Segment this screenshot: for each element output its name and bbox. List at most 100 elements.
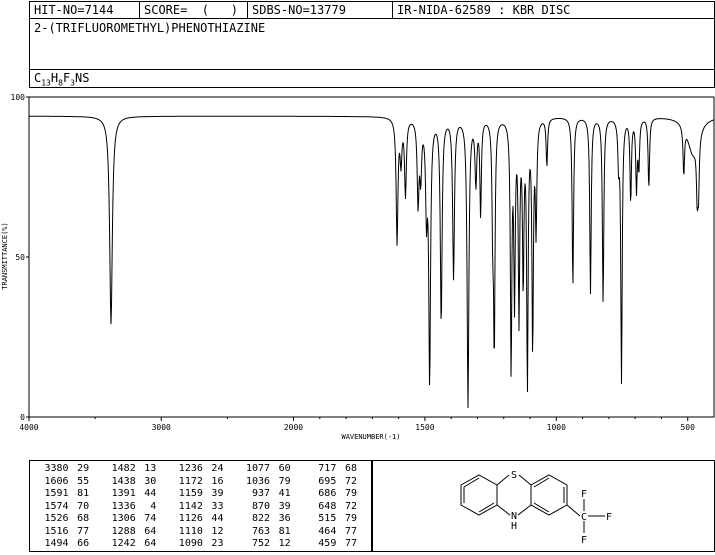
y-tick-label: 100 bbox=[11, 93, 26, 102]
score: SCORE= ( ) bbox=[140, 2, 248, 18]
transmittance-cell: 66 bbox=[77, 538, 90, 549]
wavenumber-cell: 937 bbox=[251, 488, 271, 499]
wavenumber-cell: 1591 bbox=[44, 488, 69, 499]
wavenumber-cell: 1306 bbox=[111, 513, 136, 524]
wavenumber-cell: 1288 bbox=[111, 525, 136, 537]
wavenumber-cell: 1391 bbox=[111, 488, 136, 499]
sdbs-number: SDBS-NO=13779 bbox=[248, 2, 393, 18]
transmittance-cell: 68 bbox=[77, 513, 90, 524]
wavenumber-cell: 1090 bbox=[178, 538, 203, 549]
ir-code: IR-NIDA-62589 : KBR DISC bbox=[397, 3, 571, 17]
wavenumber-cell: 1482 bbox=[111, 463, 136, 474]
transmittance-cell: 39 bbox=[278, 500, 291, 512]
peak-table: 3380 29 1482 13 12 36 24 1077 60 717 68 1606 55 1438 3… bbox=[36, 463, 371, 551]
peak-table-box: 3380 29 1482 13 12 36 24 1077 60 717 68 1606 55 1438 3… bbox=[29, 460, 372, 552]
x-tick-label: 1000 bbox=[547, 423, 566, 432]
transmittance-cell: 36 bbox=[278, 513, 291, 524]
table-row: 1494 66 1242 64 1090 23 752 12 459 77 bbox=[36, 538, 371, 551]
transmittance-cell: 77 bbox=[344, 538, 357, 549]
transmittance-cell: 64 bbox=[144, 538, 157, 549]
y-tick-label: 0 bbox=[20, 413, 25, 422]
transmittance-cell: 44 bbox=[211, 513, 224, 524]
wavenumber-cell: 1336 bbox=[111, 500, 136, 512]
x-tick-label: 4000 bbox=[19, 423, 38, 432]
wavenumber-cell: 464 bbox=[318, 525, 337, 537]
compound-name-box: 2-(TRIFLUOROMETHYL)PHENOTHIAZINE bbox=[29, 18, 715, 70]
wavenumber-cell: 752 bbox=[251, 538, 271, 549]
wavenumber-cell: 1142 bbox=[178, 500, 203, 512]
molecule-structure: S N H C F F F bbox=[460, 470, 612, 546]
transmittance-cell: 74 bbox=[144, 513, 157, 524]
hit-number: HIT-NO=7144 bbox=[30, 2, 140, 18]
table-row: 1606 55 1438 30 1172 16 1036 79 695 72 bbox=[36, 476, 371, 489]
x-axis-label: WAVENUMBER(-1) bbox=[341, 433, 400, 441]
plot-frame bbox=[28, 96, 715, 418]
wavenumber-cell: 763 bbox=[251, 525, 271, 537]
hydrogen-label: H bbox=[511, 521, 517, 532]
transmittance-cell: 55 bbox=[77, 475, 90, 487]
y-axis-label: TRANSMITTANCE(%) bbox=[1, 222, 9, 289]
transmittance-cell: 81 bbox=[278, 525, 291, 537]
wavenumber-cell: 1526 bbox=[44, 513, 69, 524]
formula-box: C13H8F3NS bbox=[29, 69, 715, 88]
transmittance-cell: 12 bbox=[211, 525, 224, 537]
header-bar: HIT-NO=7144 SCORE= ( ) SDBS-NO=13779 IR-… bbox=[29, 1, 715, 19]
transmittance-cell: 77 bbox=[77, 525, 90, 537]
wavenumber-cell: 1036 bbox=[245, 475, 271, 487]
x-tick-label: 2000 bbox=[284, 423, 303, 432]
carbon-label: C bbox=[581, 512, 587, 523]
table-row: 1574 70 1336 4 1142 33 870 39 648 72 bbox=[36, 501, 371, 514]
wavenumber-cell: 1110 bbox=[178, 525, 203, 537]
wavenumber-cell: 1438 bbox=[111, 475, 136, 487]
transmittance-cell: 70 bbox=[77, 500, 90, 512]
wavenumber-cell: 1077 bbox=[245, 463, 271, 474]
spectrum-line bbox=[29, 115, 715, 409]
transmittance-cell: 60 bbox=[278, 463, 291, 474]
wavenumber-cell: 1159 bbox=[178, 488, 203, 499]
transmittance-cell: 81 bbox=[77, 488, 90, 499]
table-row: 1526 68 1306 74 1126 44 822 36 515 79 bbox=[36, 513, 371, 526]
table-row: 1516 77 1288 64 1110 12 763 81 464 77 bbox=[36, 526, 371, 539]
wavenumber-cell: 1574 bbox=[44, 500, 69, 512]
wavenumber-cell: 648 bbox=[318, 500, 337, 512]
transmittance-cell: 72 bbox=[344, 475, 357, 487]
y-tick-label: 50 bbox=[15, 253, 25, 262]
wavenumber-cell: 1126 bbox=[178, 513, 203, 524]
transmittance-cell: 16 bbox=[211, 475, 224, 487]
transmittance-cell: 79 bbox=[278, 475, 291, 487]
wavenumber-cell: 695 bbox=[318, 475, 337, 487]
wavenumber-cell: 3380 bbox=[44, 463, 69, 474]
wavenumber-cell: 1494 bbox=[44, 538, 69, 549]
transmittance-cell: 68 bbox=[344, 463, 357, 474]
transmittance-cell: 4 bbox=[150, 500, 157, 512]
wavenumber-cell: 822 bbox=[251, 513, 271, 524]
x-tick-label: 3000 bbox=[152, 423, 171, 432]
transmittance-cell: 23 bbox=[211, 538, 224, 549]
wavenumber-cell: 1172 bbox=[178, 475, 203, 487]
wavenumber-cell: 717 bbox=[318, 463, 337, 474]
wavenumber-cell: 1516 bbox=[44, 525, 69, 537]
transmittance-cell: 39 bbox=[211, 488, 224, 499]
transmittance-cell: 72 bbox=[344, 500, 357, 512]
x-tick-label: 500 bbox=[680, 423, 695, 432]
transmittance-cell: 13 bbox=[144, 463, 157, 474]
wavenumber-cell: 686 bbox=[318, 488, 337, 499]
transmittance-cell: 24 bbox=[211, 463, 224, 474]
transmittance-cell: 29 bbox=[77, 463, 90, 474]
table-row: 3380 29 1482 13 1236 24 1077 60 717 68 bbox=[36, 463, 371, 476]
wavenumber-cell: 459 bbox=[318, 538, 337, 549]
transmittance-cell: 64 bbox=[144, 525, 157, 537]
compound-name: 2-(TRIFLUOROMETHYL)PHENOTHIAZINE bbox=[34, 21, 266, 35]
transmittance-cell: 79 bbox=[344, 513, 357, 524]
wavenumber-cell: 1242 bbox=[111, 538, 136, 549]
x-axis: 4000 3000 2000 1500 1000 500 bbox=[19, 417, 695, 432]
transmittance-cell: 77 bbox=[344, 525, 357, 537]
transmittance-cell: 79 bbox=[344, 488, 357, 499]
structure-box: S N H C F F F bbox=[372, 460, 715, 552]
transmittance-cell: 44 bbox=[144, 488, 157, 499]
sulfur-label: S bbox=[511, 470, 517, 481]
molecular-formula: C13H8F3NS bbox=[34, 71, 90, 88]
transmittance-cell: 41 bbox=[278, 488, 291, 499]
wavenumber-cell: 515 bbox=[318, 513, 337, 524]
wavenumber-cell: 1606 bbox=[44, 475, 69, 487]
